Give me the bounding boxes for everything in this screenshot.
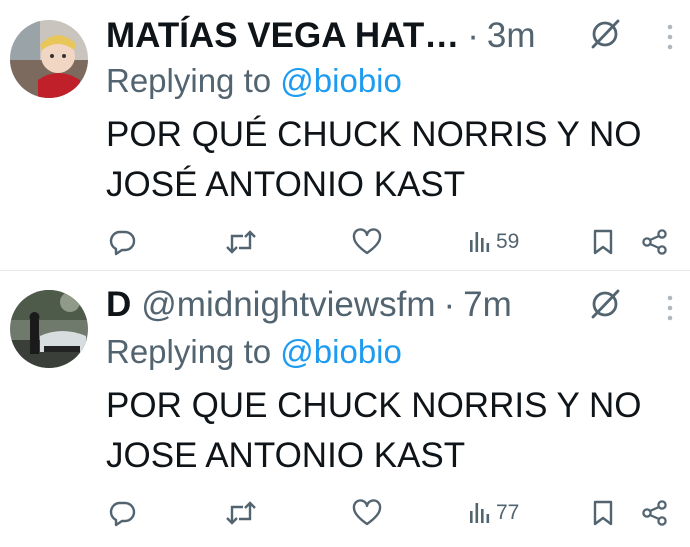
- display-name[interactable]: MATÍAS VEGA HAT…: [106, 16, 459, 56]
- like-button[interactable]: [352, 222, 382, 262]
- separator-dot: ·: [443, 285, 456, 324]
- views-icon: [470, 232, 490, 252]
- tweet-text: POR QUE CHUCK NORRIS Y NO JOSE ANTONIO K…: [106, 381, 676, 481]
- views-count: 77: [496, 501, 520, 524]
- avatar[interactable]: [10, 20, 88, 98]
- display-name[interactable]: D: [106, 285, 131, 325]
- action-bar: 59: [0, 222, 690, 262]
- more-icon[interactable]: [660, 20, 680, 54]
- bookmark-icon: [593, 500, 613, 526]
- share-button[interactable]: [641, 222, 669, 262]
- repost-icon: [226, 501, 256, 525]
- replying-to: Replying to @biobio: [106, 333, 402, 371]
- mention-link[interactable]: @biobio: [280, 333, 402, 370]
- bookmark-button[interactable]: [591, 222, 615, 262]
- tweet-header: D @midnightviewsfm · 7m: [106, 285, 512, 325]
- more-icon[interactable]: [660, 291, 680, 325]
- separator-dot: ·: [467, 16, 479, 55]
- views-button[interactable]: 77: [468, 493, 519, 533]
- replying-to: Replying to @biobio: [106, 62, 402, 100]
- reply-button[interactable]: [108, 493, 136, 533]
- repost-icon: [226, 230, 256, 254]
- share-button[interactable]: [641, 493, 669, 533]
- repost-button[interactable]: [225, 493, 257, 533]
- repost-button[interactable]: [225, 222, 257, 262]
- share-icon: [642, 229, 667, 255]
- tweet-text: POR QUÉ CHUCK NORRIS Y NO JOSÉ ANTONIO K…: [106, 110, 676, 210]
- avatar[interactable]: [10, 290, 88, 368]
- user-handle[interactable]: @midnightviewsfm: [141, 285, 435, 325]
- mention-link[interactable]: @biobio: [280, 62, 402, 99]
- grok-icon[interactable]: [585, 14, 625, 54]
- timestamp[interactable]: 7m: [463, 285, 512, 325]
- replying-to-label: Replying to: [106, 62, 272, 99]
- tweet[interactable]: D @midnightviewsfm · 7m Replying to @bio…: [0, 271, 690, 547]
- timestamp[interactable]: 3m: [487, 16, 536, 56]
- views-count: 59: [496, 230, 520, 253]
- bookmark-button[interactable]: [591, 493, 615, 533]
- share-icon: [642, 500, 667, 526]
- grok-icon[interactable]: [585, 284, 625, 324]
- tweet-text-line: JOSÉ ANTONIO KAST: [106, 165, 466, 204]
- views-icon: [470, 503, 490, 523]
- views-button[interactable]: 59: [468, 222, 519, 262]
- reply-icon: [109, 230, 136, 256]
- tweet-text-line: POR QUE CHUCK NORRIS Y NO: [106, 386, 642, 425]
- bookmark-icon: [593, 229, 613, 255]
- reply-icon: [109, 501, 136, 527]
- tweet-header: MATÍAS VEGA HAT… · 3m: [106, 16, 536, 56]
- like-button[interactable]: [352, 493, 382, 533]
- like-icon: [352, 228, 382, 255]
- action-bar: 77: [0, 493, 690, 533]
- replying-to-label: Replying to: [106, 333, 272, 370]
- tweet-text-line: JOSE ANTONIO KAST: [106, 436, 466, 475]
- tweet-text-line: POR QUÉ CHUCK NORRIS Y NO: [106, 115, 642, 154]
- reply-button[interactable]: [108, 222, 136, 262]
- tweet[interactable]: MATÍAS VEGA HAT… · 3m Replying to @biobi…: [0, 0, 690, 270]
- like-icon: [352, 499, 382, 526]
